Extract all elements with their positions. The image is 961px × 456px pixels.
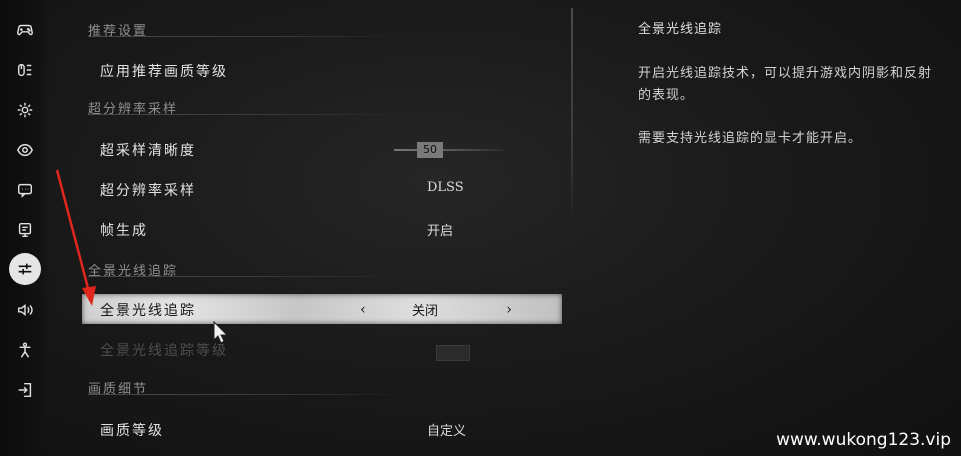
settings-screen: 推荐设置 应用推荐画质等级 超分辨率采样 超采样清晰度 50 超分辨率采样 DL… — [0, 0, 961, 456]
row-ray-tracing-level: 全景光线追踪等级 — [82, 333, 560, 365]
row-sampling-sharpness[interactable]: 超采样清晰度 50 — [82, 133, 560, 165]
disabled-toggle — [436, 345, 470, 361]
row-label: 应用推荐画质等级 — [100, 64, 228, 80]
speaker-icon[interactable] — [9, 294, 41, 326]
description-body: 开启光线追踪技术，可以提升游戏内阴影和反射的表现。 — [638, 66, 933, 103]
row-value: DLSS — [427, 180, 464, 195]
category-sidebar — [0, 0, 50, 456]
sharpness-slider-track[interactable] — [394, 149, 504, 151]
row-label: 超采样清晰度 — [100, 143, 196, 159]
row-quality-level[interactable]: 画质等级 自定义 — [82, 413, 560, 445]
row-value: 关闭 — [412, 304, 439, 319]
row-label: 全景光线追踪等级 — [100, 343, 228, 359]
eye-icon[interactable] — [9, 134, 41, 166]
sharpness-slider-value[interactable]: 50 — [417, 142, 443, 158]
description-panel: 全景光线追踪 开启光线追踪技术，可以提升游戏内阴影和反射的表现。 需要支持光线追… — [638, 18, 938, 146]
accessibility-icon[interactable] — [9, 334, 41, 366]
exit-icon[interactable] — [9, 374, 41, 406]
sliders-icon[interactable] — [9, 253, 41, 285]
row-value: 自定义 — [427, 424, 467, 439]
row-label: 超分辨率采样 — [100, 183, 196, 199]
watermark: www.wukong123.vip — [776, 430, 951, 450]
row-label: 全景光线追踪 — [100, 303, 196, 319]
row-label: 画质等级 — [100, 423, 164, 439]
description-title: 全景光线追踪 — [638, 22, 723, 37]
row-apply-recommended[interactable]: 应用推荐画质等级 — [82, 54, 560, 86]
scrollbar[interactable] — [571, 8, 573, 218]
gear-icon[interactable] — [9, 94, 41, 126]
gamepad-icon[interactable] — [9, 14, 41, 46]
row-ray-tracing[interactable]: 全景光线追踪 ‹ 关闭 › — [82, 294, 562, 324]
chevron-left-icon[interactable]: ‹ — [360, 300, 366, 318]
row-value: 开启 — [427, 224, 454, 239]
section-divider — [88, 114, 406, 115]
row-super-resolution[interactable]: 超分辨率采样 DLSS — [82, 173, 560, 205]
settings-list: 推荐设置 应用推荐画质等级 超分辨率采样 超采样清晰度 50 超分辨率采样 DL… — [70, 0, 570, 456]
description-note: 需要支持光线追踪的显卡才能开启。 — [638, 131, 863, 146]
row-label: 帧生成 — [100, 223, 148, 239]
section-divider — [88, 394, 406, 395]
section-divider — [88, 276, 406, 277]
monitor-icon[interactable] — [9, 214, 41, 246]
chat-icon[interactable] — [9, 174, 41, 206]
chevron-right-icon[interactable]: › — [506, 300, 512, 318]
section-divider — [88, 36, 406, 37]
row-frame-generation[interactable]: 帧生成 开启 — [82, 213, 560, 245]
keyboard-icon[interactable] — [9, 54, 41, 86]
